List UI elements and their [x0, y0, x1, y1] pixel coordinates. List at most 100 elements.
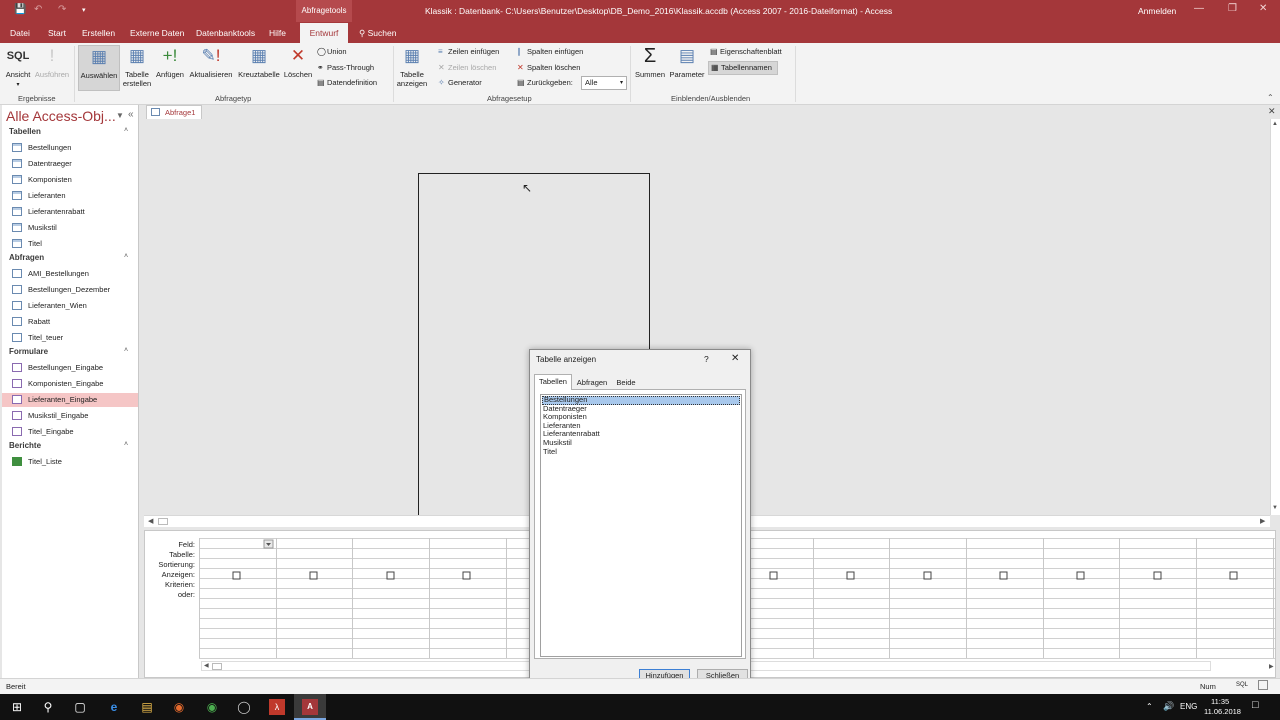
customize-qat-icon[interactable]: ▾ — [82, 6, 86, 14]
nav-item[interactable]: Komponisten_Eingabe — [2, 377, 138, 391]
nav-item[interactable]: Lieferantenrabatt — [2, 205, 138, 219]
help-icon[interactable]: ? — [704, 354, 709, 364]
tab-datenbanktools[interactable]: Datenbanktools — [196, 28, 255, 38]
show-checkbox[interactable] — [386, 571, 395, 580]
kreuztabelle-button[interactable]: ▦ Kreuztabelle — [236, 45, 282, 79]
nav-menu-icon[interactable]: ▼ — [116, 111, 124, 120]
nav-item[interactable]: Lieferanten_Eingabe — [2, 393, 138, 407]
show-checkbox[interactable] — [309, 571, 318, 580]
close-window-icon[interactable]: ✕ — [1259, 3, 1267, 14]
nav-item[interactable]: Titel_Liste — [2, 455, 138, 469]
chrome-icon[interactable]: ◉ — [204, 699, 220, 715]
dialog-tab-tabellen[interactable]: Tabellen — [534, 374, 572, 390]
show-checkbox[interactable] — [232, 571, 241, 580]
nav-item[interactable]: Musikstil — [2, 221, 138, 235]
clock-date[interactable]: 11.06.2018 — [1204, 707, 1241, 716]
nav-item[interactable]: Bestellungen_Eingabe — [2, 361, 138, 375]
dialog-close-icon[interactable]: ✕ — [731, 353, 739, 364]
table-listbox[interactable]: Bestellungen Datentraeger Komponisten Liefe… — [540, 394, 742, 657]
auswaehlen-button[interactable]: ▦ Auswählen — [78, 45, 120, 91]
collapse-pane-icon[interactable]: « — [128, 109, 134, 120]
tray-chevron-icon[interactable]: ⌃ — [1146, 702, 1153, 711]
show-checkbox[interactable] — [923, 571, 932, 580]
grid-scroll-left-icon[interactable]: ◀ — [204, 662, 209, 669]
access-taskbar-button[interactable]: A — [294, 694, 326, 720]
zeilen-einfuegen-button[interactable]: ≡ Zeilen einfügen — [438, 47, 499, 56]
redo-icon[interactable]: ↷ — [58, 4, 66, 15]
minimize-icon[interactable]: — — [1194, 3, 1204, 14]
dialog-tab-beide[interactable]: Beide — [612, 376, 640, 389]
undo-icon[interactable]: ↶ — [34, 4, 42, 15]
nav-item[interactable]: Datentraeger — [2, 157, 138, 171]
save-icon[interactable]: 💾 — [14, 4, 26, 15]
scroll-down-icon[interactable]: ▼ — [1272, 505, 1278, 511]
show-checkbox[interactable] — [1076, 571, 1085, 580]
nav-section-header[interactable]: Abfragen — [9, 253, 44, 262]
nav-item[interactable]: Musikstil_Eingabe — [2, 409, 138, 423]
tab-start[interactable]: Start — [48, 28, 66, 38]
tabelle-anzeigen-button[interactable]: ▦ Tabelle anzeigen — [396, 45, 428, 88]
ansicht-button[interactable]: SQL Ansicht ▾ — [3, 45, 33, 90]
nav-item[interactable]: Titel — [2, 237, 138, 251]
grid-scroll-thumb[interactable] — [212, 663, 222, 670]
dialog-tab-abfragen[interactable]: Abfragen — [573, 376, 611, 389]
nav-item[interactable]: Lieferanten — [2, 189, 138, 203]
tabelle-erstellen-button[interactable]: ▦ Tabelle erstellen — [121, 45, 153, 88]
collapse-section-icon[interactable]: ˄ — [124, 253, 128, 260]
clock-time[interactable]: 11:35 — [1211, 697, 1229, 706]
close-document-icon[interactable]: ✕ — [1268, 106, 1276, 117]
spalten-einfuegen-button[interactable]: ∥ Spalten einfügen — [517, 47, 583, 56]
tab-externe-daten[interactable]: Externe Daten — [130, 28, 184, 38]
acrobat-icon[interactable]: λ — [269, 699, 285, 715]
zeilen-loeschen-button[interactable]: ✕ Zeilen löschen — [438, 63, 496, 72]
language-indicator[interactable]: ENG — [1180, 702, 1197, 711]
ausfuehren-button[interactable]: ! Ausführen — [33, 45, 71, 79]
scroll-left-icon[interactable]: ◀ — [148, 517, 153, 525]
tab-datei[interactable]: Datei — [10, 28, 30, 38]
scroll-up-icon[interactable]: ▲ — [1272, 121, 1278, 127]
show-checkbox[interactable] — [1229, 571, 1238, 580]
show-checkbox[interactable] — [1153, 571, 1162, 580]
tab-entwurf[interactable]: Entwurf — [300, 23, 348, 43]
grid-scroll-right-icon[interactable]: ▶ — [1269, 663, 1274, 670]
show-checkbox[interactable] — [769, 571, 778, 580]
design-view-icon[interactable] — [1258, 680, 1268, 690]
windows-start-icon[interactable]: ⊞ — [9, 699, 25, 715]
nav-section-header[interactable]: Formulare — [9, 347, 48, 356]
show-checkbox[interactable] — [462, 571, 471, 580]
media-app-icon[interactable]: ◯ — [236, 699, 252, 715]
sql-view-button[interactable]: SQL — [1236, 682, 1248, 688]
sign-in-link[interactable]: Anmelden — [1138, 6, 1176, 16]
zurueckgeben-select[interactable]: Alle ▾ — [581, 76, 627, 90]
summen-button[interactable]: Σ Summen — [633, 45, 667, 79]
search-icon[interactable]: ⚲ — [40, 699, 56, 715]
table-list-item[interactable]: Musikstil — [542, 438, 740, 448]
loeschen-button[interactable]: ✕ Löschen — [282, 45, 314, 79]
nav-section-header[interactable]: Tabellen — [9, 127, 41, 136]
nav-item[interactable]: Rabatt — [2, 315, 138, 329]
file-explorer-icon[interactable]: ▤ — [139, 699, 155, 715]
design-v-scrollbar[interactable]: ▲ ▼ — [1270, 119, 1280, 515]
tab-erstellen[interactable]: Erstellen — [82, 28, 115, 38]
search-box[interactable]: ⚲ Suchen — [359, 28, 396, 39]
eigenschaftenblatt-button[interactable]: ▤ Eigenschaftenblatt — [710, 47, 782, 56]
collapse-section-icon[interactable]: ˄ — [124, 347, 128, 354]
firefox-icon[interactable]: ◉ — [171, 699, 187, 715]
pass-through-button[interactable]: ⚭ Pass-Through — [317, 63, 374, 72]
nav-item[interactable]: Titel_Eingabe — [2, 425, 138, 439]
notifications-icon[interactable]: □ — [1252, 699, 1259, 711]
scroll-thumb[interactable] — [158, 518, 168, 525]
show-checkbox[interactable] — [846, 571, 855, 580]
collapse-section-icon[interactable]: ˄ — [124, 441, 128, 448]
datendefinition-button[interactable]: ▤ Datendefinition — [317, 78, 377, 87]
nav-item[interactable]: Bestellungen — [2, 141, 138, 155]
collapse-ribbon-icon[interactable]: ⌃ — [1267, 93, 1274, 102]
anfuegen-button[interactable]: +! Anfügen — [154, 45, 186, 79]
scroll-right-icon[interactable]: ▶ — [1260, 517, 1265, 525]
tab-abfrage1[interactable]: Abfrage1 — [146, 105, 202, 119]
edge-browser-icon[interactable]: e — [106, 699, 122, 715]
generator-button[interactable]: ✧ Generator — [438, 78, 482, 87]
nav-item[interactable]: Lieferanten_Wien — [2, 299, 138, 313]
volume-icon[interactable]: 🔊 — [1163, 701, 1174, 712]
table-list-item[interactable]: Titel — [542, 447, 740, 457]
